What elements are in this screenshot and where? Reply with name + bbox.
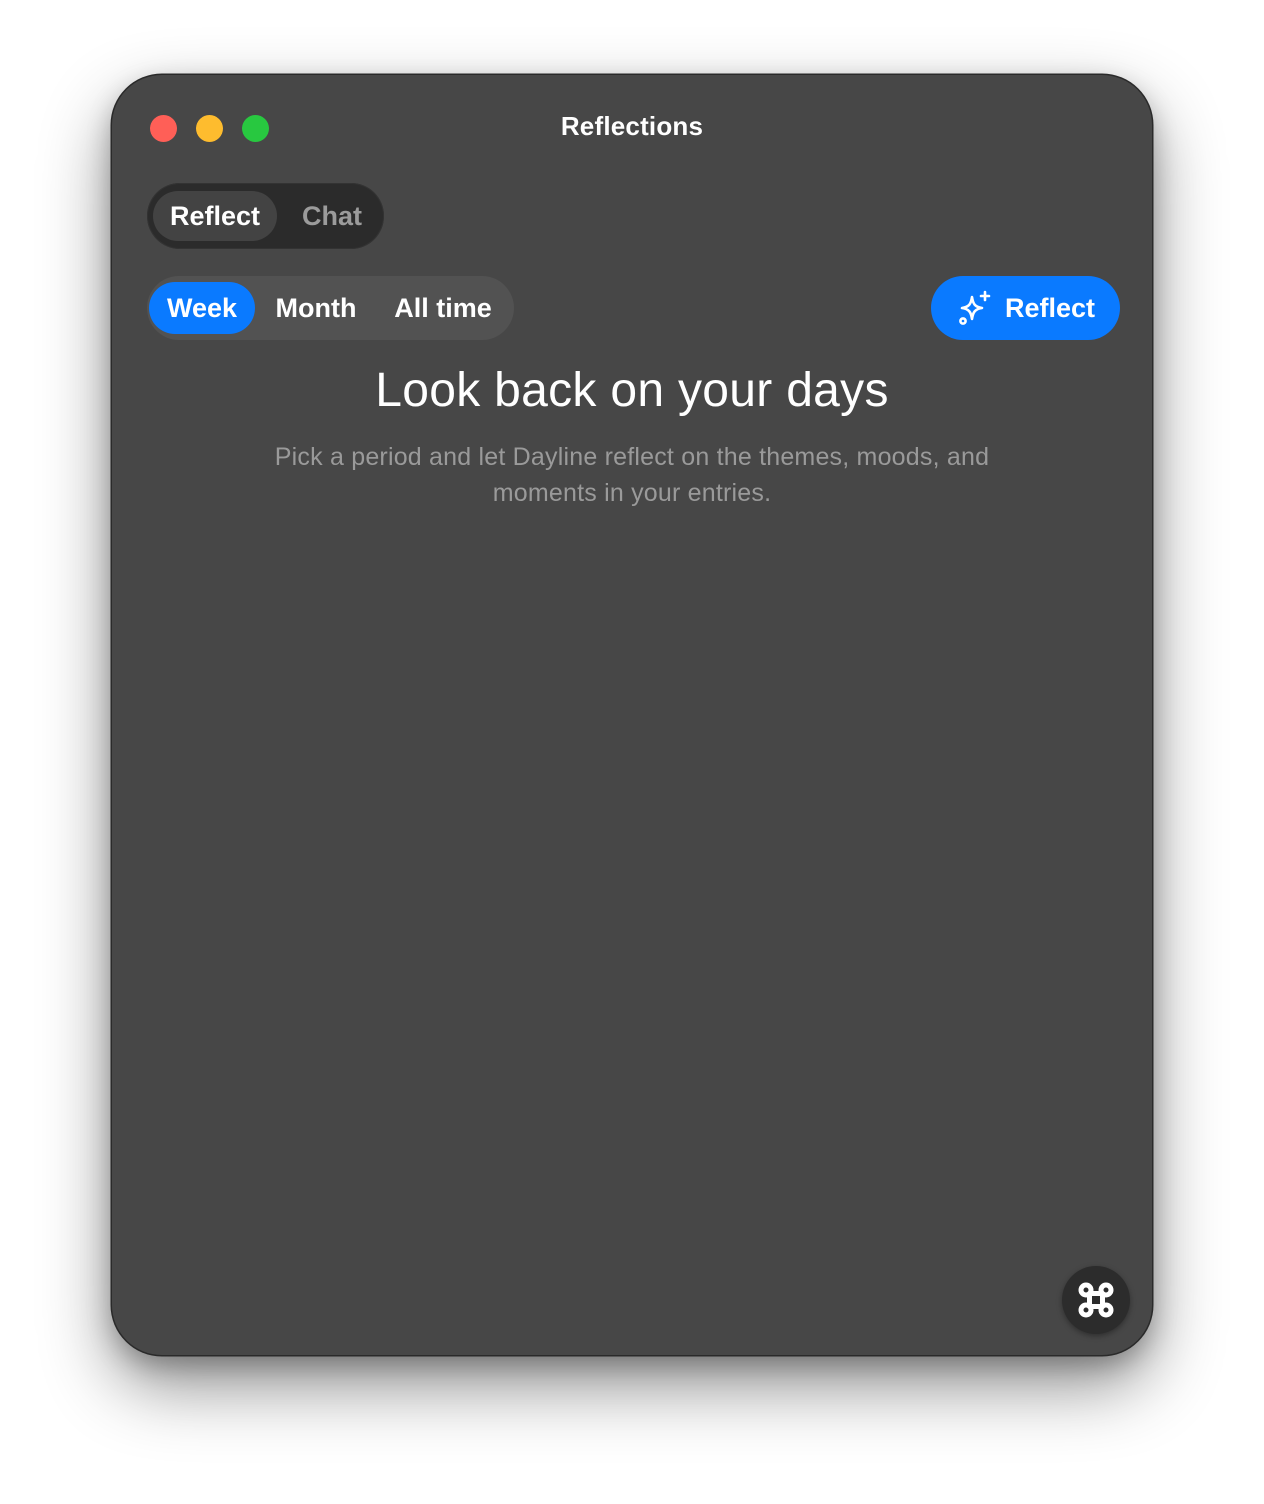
command-button[interactable] <box>1062 1266 1130 1334</box>
app-window: Reflections Reflect Chat Week Month All … <box>112 75 1152 1355</box>
tab-chat[interactable]: Chat <box>287 191 377 241</box>
command-icon <box>1078 1282 1114 1318</box>
sparkles-icon <box>959 290 991 325</box>
mode-segmented-control: Reflect Chat <box>147 183 384 249</box>
reflect-button-label: Reflect <box>1005 293 1096 323</box>
period-week-button[interactable]: Week <box>149 282 255 334</box>
period-month-button[interactable]: Month <box>261 282 371 334</box>
period-all-time-button[interactable]: All time <box>379 282 507 334</box>
reflect-button[interactable]: Reflect <box>931 276 1120 340</box>
window-title: Reflections <box>560 111 704 141</box>
period-segmented-control: Week Month All time <box>147 276 514 340</box>
empty-state-heading: Look back on your days <box>375 364 889 417</box>
tab-reflect[interactable]: Reflect <box>153 191 277 241</box>
empty-state-subtitle: Pick a period and let Dayline reflect on… <box>274 443 990 507</box>
